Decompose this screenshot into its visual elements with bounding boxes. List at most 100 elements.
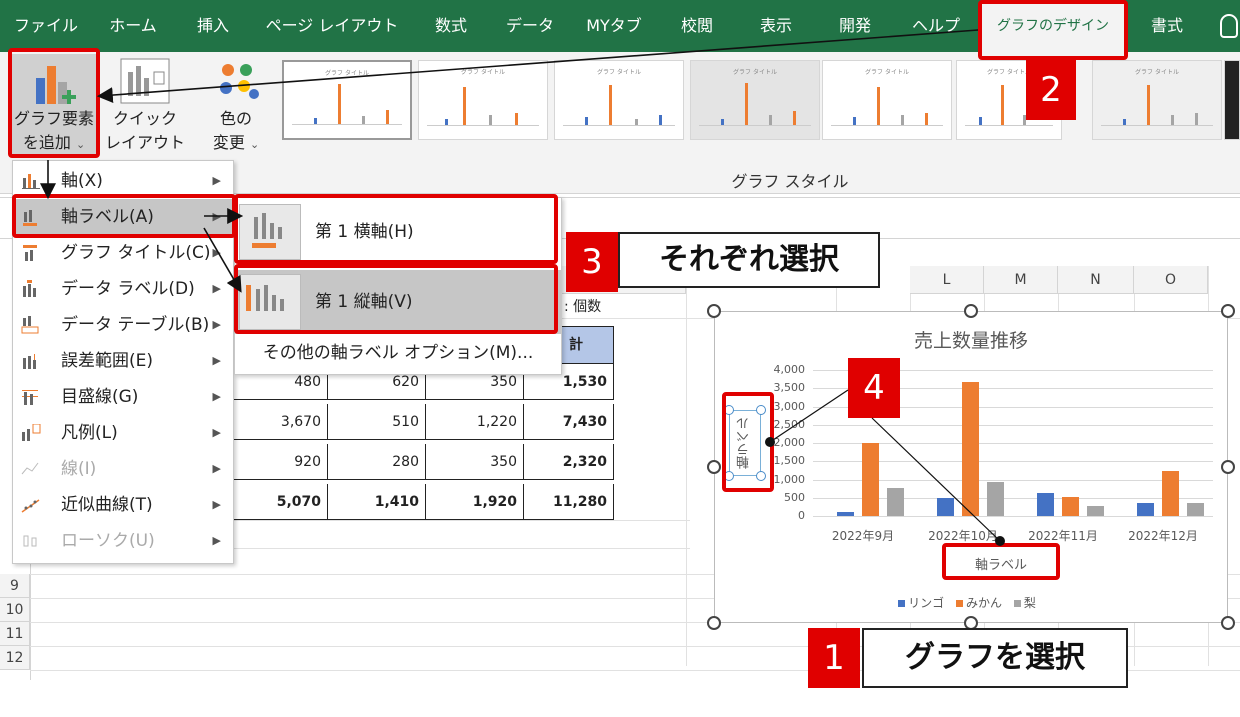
menu-item-chart-title[interactable]: グラフ タイトル(C) ▶	[13, 235, 233, 271]
menu-item-legend[interactable]: 凡例(L) ▶	[13, 415, 233, 451]
highlight-horizontal	[234, 194, 558, 264]
table-cell[interactable]: 11,280	[524, 484, 614, 520]
chart-bar[interactable]	[1162, 471, 1179, 516]
menu-item-data-labels[interactable]: データ ラベル(D) ▶	[13, 271, 233, 307]
tab-home[interactable]: ホーム	[92, 0, 174, 52]
chart-style-5[interactable]: グラフ タイトル	[822, 60, 952, 140]
step-3-callout: それぞれ選択	[618, 232, 880, 288]
highlight-vertical	[234, 264, 558, 334]
chart-handle[interactable]	[1221, 460, 1235, 474]
chart-bar[interactable]	[1037, 493, 1054, 516]
chart-legend[interactable]: リンゴ みかん 梨	[715, 594, 1227, 611]
chart-handle[interactable]	[707, 304, 721, 318]
error-bars-icon	[23, 354, 36, 369]
chart-bar[interactable]	[1137, 503, 1154, 516]
chart-bar[interactable]	[962, 382, 979, 516]
menu-item-up-down-bars: ローソク(U) ▶	[13, 523, 233, 559]
step-badge-3: 3	[566, 232, 618, 292]
highlight-y-axis-label	[722, 392, 774, 492]
highlight-chart-design-tab	[978, 0, 1128, 60]
legend-icon	[22, 424, 41, 441]
step-badge-4: 4	[848, 358, 900, 418]
row-header-11[interactable]: 11	[0, 622, 30, 646]
table-cell[interactable]: 2,320	[524, 444, 614, 480]
gridline	[813, 424, 1213, 426]
chart-handle[interactable]	[964, 304, 978, 318]
chart-bar[interactable]	[1087, 505, 1104, 516]
tab-view[interactable]: 表示	[736, 0, 816, 52]
chart-handle[interactable]	[1221, 616, 1235, 630]
table-cell[interactable]: 1,410	[328, 484, 426, 520]
chart-handle[interactable]	[707, 460, 721, 474]
chart-handle[interactable]	[707, 616, 721, 630]
table-cell[interactable]: 1,920	[426, 484, 524, 520]
step-badge-2: 2	[1026, 60, 1076, 120]
menu-item-trendline[interactable]: 近似曲線(T) ▶	[13, 487, 233, 523]
legend-item: リンゴ	[898, 596, 944, 610]
unit-label: : 個数	[564, 299, 602, 315]
tab-review[interactable]: 校閲	[658, 0, 736, 52]
x-tick-label: 2022年9月	[831, 529, 895, 543]
x-tick-label: 2022年10月	[928, 529, 998, 543]
column-header-l[interactable]: L	[910, 266, 984, 294]
palette-icon	[220, 64, 259, 99]
chart-title[interactable]: 売上数量推移	[715, 326, 1227, 353]
change-colors-button[interactable]: 色の 変更 ⌄	[196, 54, 276, 158]
menu-item-lines: 線(I) ▶	[13, 451, 233, 487]
table-cell[interactable]: 350	[426, 444, 524, 480]
menu-item-gridlines[interactable]: 目盛線(G) ▶	[13, 379, 233, 415]
quick-layout-button[interactable]: クイック レイアウト ⌄	[100, 54, 190, 173]
gridlines-icon	[22, 390, 38, 405]
y-tick-label: 500	[784, 490, 805, 504]
tab-developer[interactable]: 開発	[816, 0, 894, 52]
chart-bar[interactable]	[1187, 503, 1204, 516]
lightbulb-icon[interactable]	[1220, 14, 1238, 38]
legend-item: 梨	[1013, 596, 1036, 610]
chart-style-3[interactable]: グラフ タイトル	[554, 60, 684, 140]
table-cell[interactable]: 280	[328, 444, 426, 480]
chart-style-4[interactable]: グラフ タイトル	[690, 60, 820, 140]
menu-item-data-table[interactable]: データ テーブル(B) ▶	[13, 307, 233, 343]
column-header-o[interactable]: O	[1134, 266, 1208, 294]
legend-item: みかん	[955, 596, 1002, 610]
chart-bar[interactable]	[837, 512, 854, 516]
table-cell[interactable]: 510	[328, 404, 426, 440]
x-tick-label: 2022年12月	[1128, 529, 1198, 543]
chart-style-1[interactable]: グラフ タイトル	[282, 60, 412, 140]
row-header-12[interactable]: 12	[0, 646, 30, 670]
chart-bar[interactable]	[937, 498, 954, 516]
chart-bar[interactable]	[1062, 497, 1079, 516]
chart-style-7[interactable]: グラフ タイトル	[1092, 60, 1222, 140]
tab-formulas[interactable]: 数式	[412, 0, 490, 52]
column-header-m[interactable]: M	[984, 266, 1058, 294]
table-cell[interactable]: 7,430	[524, 404, 614, 440]
tab-my-tab[interactable]: MYタブ	[570, 0, 658, 52]
chart-bar[interactable]	[987, 482, 1004, 516]
chart-handle[interactable]	[1221, 304, 1235, 318]
tab-data[interactable]: データ	[490, 0, 570, 52]
chart-style-2[interactable]: グラフ タイトル	[418, 60, 548, 140]
menu-item-error-bars[interactable]: 誤差範囲(E) ▶	[13, 343, 233, 379]
trendline-icon	[21, 499, 40, 513]
tab-page-layout[interactable]: ページ レイアウト	[252, 0, 412, 52]
chart-bar[interactable]	[862, 443, 879, 516]
chart-style-8[interactable]	[1224, 60, 1240, 140]
tab-file[interactable]: ファイル	[0, 0, 92, 52]
step-badge-1: 1	[808, 628, 860, 688]
chart-title-icon	[23, 245, 37, 261]
chart-styles-group-label: グラフ スタイル	[731, 172, 849, 191]
chart-bar[interactable]	[887, 488, 904, 516]
table-cell[interactable]: 1,220	[426, 404, 524, 440]
column-header-n[interactable]: N	[1058, 266, 1134, 294]
row-header-9[interactable]: 9	[0, 574, 30, 598]
tab-format[interactable]: 書式	[1128, 0, 1206, 52]
more-axis-title-options[interactable]: その他の軸ラベル オプション(M)...	[235, 338, 561, 363]
row-header-10[interactable]: 10	[0, 598, 30, 622]
tab-help[interactable]: ヘルプ	[894, 0, 978, 52]
gridline	[813, 516, 1213, 517]
table-cell[interactable]: 3,670	[228, 404, 328, 440]
table-cell[interactable]: 5,070	[228, 484, 328, 520]
table-cell[interactable]: 920	[228, 444, 328, 480]
tab-insert[interactable]: 挿入	[174, 0, 252, 52]
highlight-axis-titles	[12, 194, 236, 238]
